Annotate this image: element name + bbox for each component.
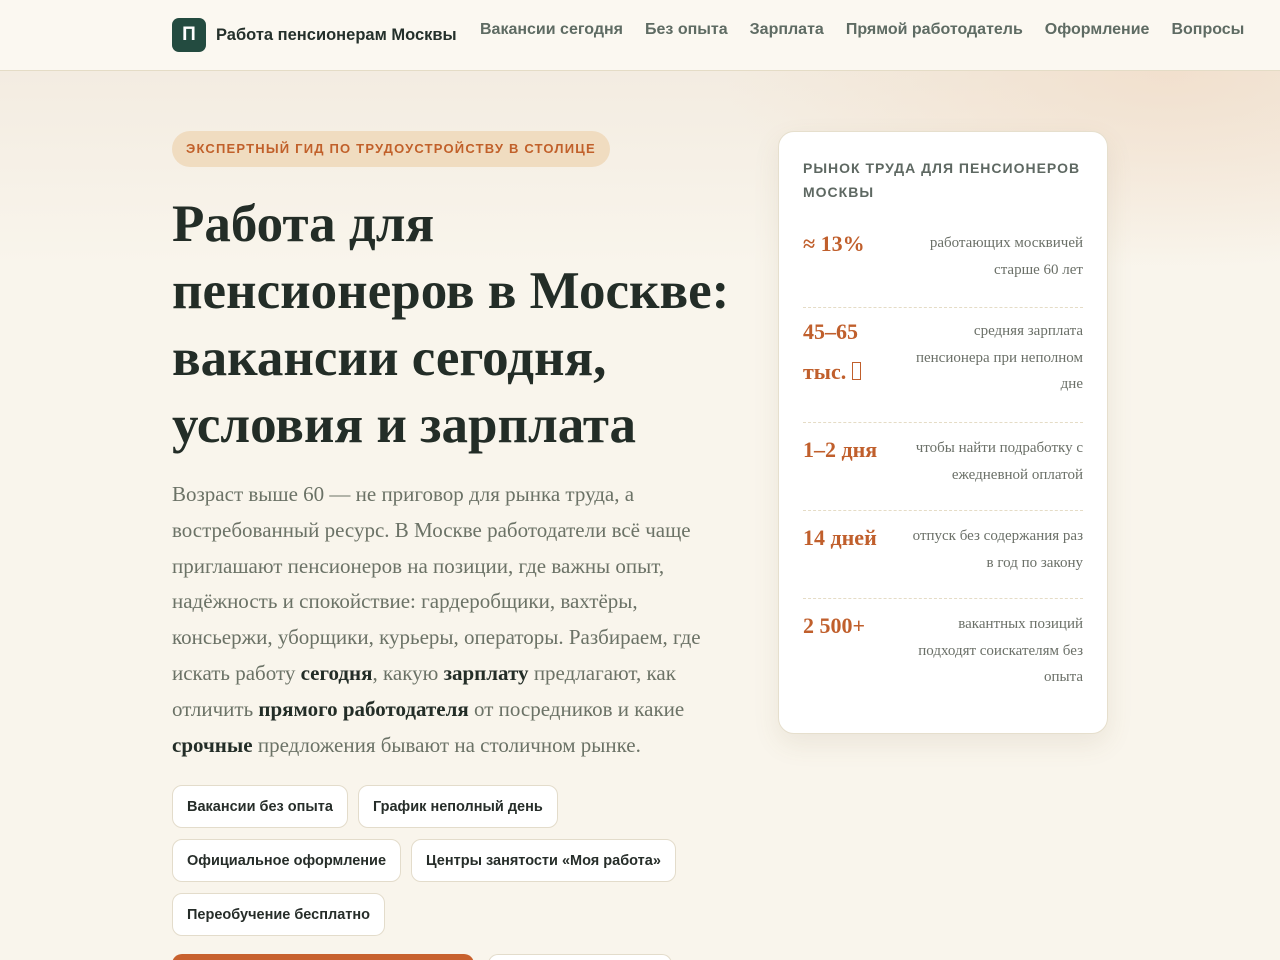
secondary-cta-button[interactable] [488,954,672,960]
stat-description: чтобы найти подработку с ежедневной опла… [915,440,1083,483]
nav-link-no-experience[interactable]: Без опыта [645,21,728,39]
chip-no-experience[interactable]: Вакансии без опыта [172,785,348,829]
nav-link-questions[interactable]: Вопросы [1171,21,1244,39]
logo-icon: П [172,18,206,52]
stat-item: 45–65 тыс. средняя зарплата пенсионера п… [803,308,1083,423]
chip-employment-centers[interactable]: Центры занятости «Моя работа» [411,839,676,883]
eyebrow-badge: ЭКСПЕРТНЫЙ ГИД ПО ТРУДОУСТРОЙСТВУ В СТОЛ… [172,131,610,167]
stat-description: отпуск без содержания раз в год по закон… [912,528,1083,571]
stat-value: 1–2 дня [803,437,878,462]
primary-cta-button[interactable] [172,954,474,960]
stats-card-title: РЫНОК ТРУДА ДЛЯ ПЕНСИОНЕРОВ МОСКВЫ [803,160,1081,200]
chip-free-retraining[interactable]: Переобучение бесплатно [172,893,385,937]
site-header: П Работа пенсионерам Москвы Вакансии сег… [0,0,1280,71]
missing-glyph-icon [852,362,862,380]
nav-link-vacancies-today[interactable]: Вакансии сегодня [480,21,623,39]
lead-text-5: предложения бывают на столичном рынке. [252,732,641,757]
brand[interactable]: П Работа пенсионерам Москвы [172,18,457,52]
stat-description: средняя зарплата пенсионера при неполном… [915,323,1083,392]
stats-card: РЫНОК ТРУДА ДЛЯ ПЕНСИОНЕРОВ МОСКВЫ ≈ 13%… [778,131,1108,734]
lead-bold-direct-employer: прямого работодателя [258,696,469,721]
stat-item: 14 дней отпуск без содержания раз в год … [803,511,1083,599]
chip-part-time[interactable]: График неполный день [357,785,558,829]
stat-description: работающих москвичей старше 60 лет [929,235,1083,278]
chip-official-registration[interactable]: Официальное оформление [172,839,402,883]
stat-value: 14 дней [803,525,877,550]
lead-bold-salary: зарплату [443,660,529,685]
stat-value: 45–65 тыс. [803,312,893,392]
main-nav: Вакансии сегодня Без опыта Зарплата Прям… [480,21,1244,39]
page-title: Работа для пенсионеров в Москве: ваканси… [172,195,730,454]
hero-lead: Возраст выше 60 — не приговор для рынка … [172,477,742,763]
stat-item: 2 500+ вакантных позиций подходят соиска… [803,599,1083,709]
lead-text-1: Возраст выше 60 — не приговор для рынка … [172,482,701,685]
stat-item: 1–2 дня чтобы найти подработку с ежеднев… [803,423,1083,511]
lead-text-4: от посредников и какие [468,696,685,721]
lead-bold-urgent: срочные [172,732,253,757]
lead-text-2: , какую [372,660,444,685]
stat-description: вакантных позиций подходят соискателям б… [918,616,1083,685]
topic-chips: Вакансии без опыта График неполный день … [172,785,742,937]
nav-link-salary[interactable]: Зарплата [750,21,824,39]
stat-item: ≈ 13% работающих москвичей старше 60 лет [803,230,1083,308]
nav-link-direct-employer[interactable]: Прямой работодатель [846,21,1023,39]
cta-row [172,954,672,960]
lead-bold-today: сегодня [300,660,373,685]
hero-section: ЭКСПЕРТНЫЙ ГИД ПО ТРУДОУСТРОЙСТВУ В СТОЛ… [172,131,742,937]
nav-link-registration[interactable]: Оформление [1045,21,1150,39]
brand-name: Работа пенсионерам Москвы [216,25,457,44]
stat-value: ≈ 13% [803,231,865,256]
stat-value: 2 500+ [803,613,866,638]
stat-value-text: 45–65 тыс. [803,319,858,384]
